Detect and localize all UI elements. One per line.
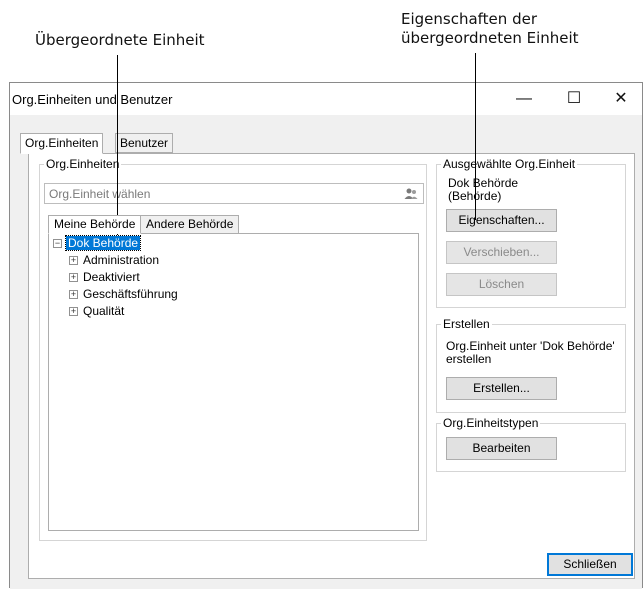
tree-node-label[interactable]: Administration bbox=[83, 253, 159, 267]
tree-root-label[interactable]: Dok Behörde bbox=[64, 235, 142, 251]
tree-node-geschaeftsfuehrung[interactable]: + Geschäftsführung bbox=[69, 286, 178, 302]
annotation-leader-right bbox=[475, 53, 476, 220]
tree-root-row[interactable]: − Dok Behörde bbox=[53, 235, 142, 251]
expand-icon[interactable]: + bbox=[69, 273, 78, 282]
expand-icon[interactable]: + bbox=[69, 307, 78, 316]
window-title: Org.Einheiten und Benutzer bbox=[12, 92, 173, 107]
tab-users[interactable]: Benutzer bbox=[115, 133, 174, 153]
tree-node-administration[interactable]: + Administration bbox=[69, 252, 159, 268]
selected-unit-group: Ausgewählte Org.Einheit Dok Behörde (Beh… bbox=[436, 157, 626, 308]
annotation-parent-unit: Übergeordnete Einheit bbox=[35, 31, 205, 49]
unit-types-group-label: Org.Einheitstypen bbox=[441, 416, 541, 430]
subtab-my-authority[interactable]: Meine Behörde bbox=[48, 215, 142, 234]
create-group-label: Erstellen bbox=[441, 317, 492, 331]
unit-types-group: Org.Einheitstypen Bearbeiten bbox=[436, 416, 626, 472]
tree-node-deaktiviert[interactable]: + Deaktiviert bbox=[69, 269, 140, 285]
title-bar: Org.Einheiten und Benutzer — ☐ ✕ bbox=[10, 83, 642, 115]
tree-node-qualitaet[interactable]: + Qualität bbox=[69, 303, 124, 319]
maximize-button[interactable]: ☐ bbox=[551, 83, 597, 115]
org-units-group: Org.Einheiten Org.Einheit wählen Meine B… bbox=[39, 157, 427, 541]
tree-node-label[interactable]: Qualität bbox=[83, 304, 124, 318]
collapse-icon[interactable]: − bbox=[53, 239, 62, 248]
create-button[interactable]: Erstellen... bbox=[446, 377, 557, 400]
expand-icon[interactable]: + bbox=[69, 256, 78, 265]
tree-node-label[interactable]: Deaktiviert bbox=[83, 270, 140, 284]
org-unit-tree: − Dok Behörde + Administration + Deaktiv… bbox=[48, 233, 419, 531]
create-hint-line2: erstellen bbox=[446, 352, 492, 366]
users-picker-icon[interactable] bbox=[403, 186, 419, 202]
close-button[interactable]: Schließen bbox=[547, 553, 633, 576]
properties-button[interactable]: Eigenschaften... bbox=[446, 209, 557, 232]
close-window-button[interactable]: ✕ bbox=[598, 83, 643, 115]
annotation-parent-properties-line2: übergeordneten Einheit bbox=[401, 29, 579, 47]
dialog-client-area: Org.Einheiten Benutzer Org.Einheiten Org… bbox=[10, 115, 642, 589]
annotation-leader-left bbox=[117, 55, 118, 235]
minimize-button[interactable]: — bbox=[501, 83, 547, 115]
create-group: Erstellen Org.Einheit unter 'Dok Behörde… bbox=[436, 317, 626, 413]
org-units-tab-panel: Org.Einheiten Org.Einheit wählen Meine B… bbox=[28, 153, 635, 579]
org-units-dialog: Org.Einheiten und Benutzer — ☐ ✕ Org.Ein… bbox=[9, 82, 643, 589]
search-placeholder: Org.Einheit wählen bbox=[49, 187, 151, 201]
selected-unit-group-label: Ausgewählte Org.Einheit bbox=[441, 157, 578, 171]
edit-types-button[interactable]: Bearbeiten bbox=[446, 437, 557, 460]
org-unit-search-input[interactable]: Org.Einheit wählen bbox=[44, 183, 424, 204]
annotation-parent-properties-line1: Eigenschaften der bbox=[401, 10, 537, 28]
delete-button[interactable]: Löschen bbox=[446, 273, 557, 296]
move-button[interactable]: Verschieben... bbox=[446, 241, 557, 264]
tree-node-label[interactable]: Geschäftsführung bbox=[83, 287, 178, 301]
org-units-group-label: Org.Einheiten bbox=[44, 157, 122, 171]
tab-org-units[interactable]: Org.Einheiten bbox=[20, 133, 104, 154]
expand-icon[interactable]: + bbox=[69, 290, 78, 299]
subtab-other-authority[interactable]: Andere Behörde bbox=[140, 215, 240, 234]
